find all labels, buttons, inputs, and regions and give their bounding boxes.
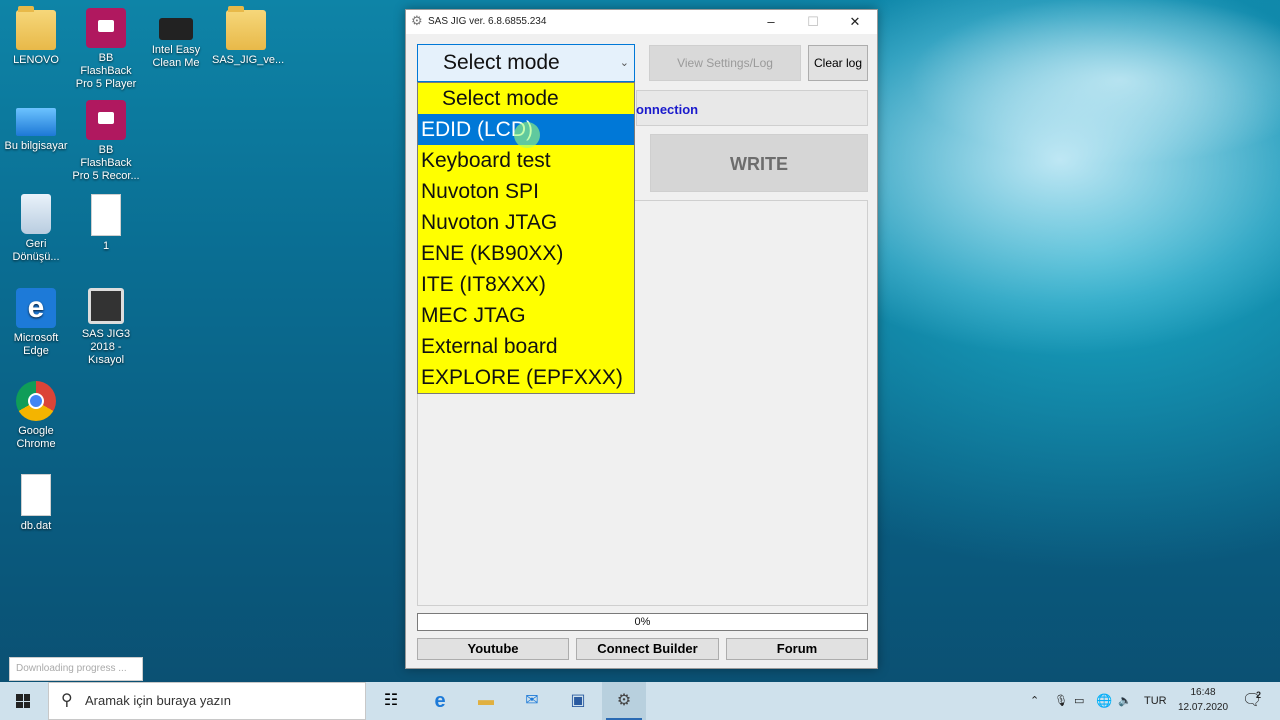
desktop-icon-sas-jig[interactable]: SAS JIG3 2018 - Kısayol: [72, 288, 140, 367]
sas-jig-icon: [88, 288, 124, 324]
desktop-icon-recycle-bin[interactable]: Geri Dönüşü...: [2, 194, 70, 264]
desktop-icon-bb-recorder[interactable]: BB FlashBack Pro 5 Recor...: [72, 100, 140, 183]
dropdown-option-ite[interactable]: ITE (IT8XXX): [418, 269, 634, 300]
connection-status: onnection: [636, 102, 699, 117]
windows-logo-icon: [16, 694, 30, 708]
desktop-icon-label: SAS JIG3 2018 - Kısayol: [81, 328, 131, 366]
desktop-icon-lenovo[interactable]: LENOVO: [2, 6, 70, 67]
download-toast: Downloading progress ...: [9, 657, 143, 681]
dropdown-option-nuvoton-spi[interactable]: Nuvoton SPI: [418, 176, 634, 207]
dropdown-option-external-board[interactable]: External board: [418, 331, 634, 362]
progress-bar: 0%: [417, 613, 868, 631]
close-button[interactable]: ✕: [835, 10, 875, 34]
youtube-button[interactable]: Youtube: [417, 638, 569, 660]
mail-icon[interactable]: ✉: [519, 688, 545, 714]
dropdown-option-keyboard-test[interactable]: Keyboard test: [418, 145, 634, 176]
chrome-icon: [16, 381, 56, 421]
task-view-icon[interactable]: ☷: [378, 688, 404, 714]
language-indicator[interactable]: TUR: [1144, 682, 1167, 720]
desktop-icon-db-dat[interactable]: db.dat: [2, 474, 70, 533]
volume-icon[interactable]: 🔈: [1118, 682, 1132, 720]
connect-builder-button[interactable]: Connect Builder: [576, 638, 719, 660]
dropdown-option-explore[interactable]: EXPLORE (EPFXXX): [418, 362, 634, 393]
desktop-icon-file-1[interactable]: 1: [72, 194, 140, 253]
dropdown-option-mec-jtag[interactable]: MEC JTAG: [418, 300, 634, 331]
battery-icon[interactable]: ▭: [1074, 682, 1084, 720]
progress-text: 0%: [634, 616, 651, 628]
write-button[interactable]: WRITE: [650, 134, 868, 192]
dropdown-option-ene[interactable]: ENE (KB90XX): [418, 238, 634, 269]
video-recorder-icon: [86, 100, 126, 140]
desktop-icon-label: Geri Dönüşü...: [12, 238, 60, 263]
desktop-icon-label: LENOVO: [13, 54, 59, 66]
desktop-icon-label: SAS_JIG_ve...: [212, 54, 285, 66]
file-explorer-icon[interactable]: ▬: [473, 688, 499, 714]
start-button[interactable]: [0, 682, 46, 720]
desktop-icon-edge[interactable]: e Microsoft Edge: [2, 288, 70, 358]
maximize-button[interactable]: ☐: [793, 10, 833, 34]
mode-select-value: Select mode: [443, 51, 560, 74]
edge-icon: e: [16, 288, 56, 328]
desktop-icon-label: db.dat: [20, 520, 52, 532]
computer-icon: [16, 108, 56, 136]
sas-jig-taskbar-icon: ⚙: [616, 692, 632, 709]
network-icon[interactable]: 🌐: [1096, 682, 1112, 720]
chevron-down-icon[interactable]: ⌄: [620, 45, 629, 81]
search-icon: ⚲: [61, 692, 73, 709]
clock[interactable]: 16:48 12.07.2020: [1172, 685, 1234, 715]
desktop-icon-label: Microsoft Edge: [13, 332, 59, 357]
app-gear-icon: ⚙: [411, 13, 423, 28]
dropdown-option-select-mode[interactable]: Select mode: [418, 83, 634, 114]
desktop-icon-label: BB FlashBack Pro 5 Player: [75, 52, 137, 90]
mouse-cursor-highlight: [514, 122, 540, 148]
mode-dropdown-list: Select mode EDID (LCD) Keyboard test Nuv…: [417, 82, 635, 394]
search-placeholder: Aramak için buraya yazın: [85, 693, 231, 708]
mode-select[interactable]: Select mode ⌄: [417, 44, 635, 82]
app-taskbar-icon[interactable]: ▣: [565, 688, 591, 714]
clock-time: 16:48: [1190, 687, 1216, 698]
sas-jig-taskbar-button[interactable]: ⚙: [602, 682, 646, 720]
chip-icon: [159, 18, 193, 40]
video-player-icon: [86, 8, 126, 48]
clear-log-button[interactable]: Clear log: [808, 45, 868, 81]
desktop-icon-label: 1: [102, 240, 110, 252]
sas-jig-window: ⚙ SAS JIG ver. 6.8.6855.234 – ☐ ✕ onnect…: [405, 9, 878, 669]
taskbar: ⚲ Aramak için buraya yazın ☷ e ▬ ✉ ▣ ⚙ ⌃…: [0, 682, 1280, 720]
desktop-icon-bb-player[interactable]: BB FlashBack Pro 5 Player: [72, 8, 140, 91]
recycle-bin-icon: [21, 194, 51, 234]
notification-count: 2: [1256, 690, 1262, 700]
edge-taskbar-icon[interactable]: e: [427, 688, 453, 714]
view-settings-log-button[interactable]: View Settings/Log: [649, 45, 801, 81]
clock-date: 12.07.2020: [1177, 702, 1229, 713]
file-icon: [91, 194, 121, 236]
title-bar[interactable]: ⚙ SAS JIG ver. 6.8.6855.234 – ☐ ✕: [406, 10, 877, 34]
desktop-icon-label: BB FlashBack Pro 5 Recor...: [72, 144, 140, 182]
window-title: SAS JIG ver. 6.8.6855.234: [428, 16, 547, 27]
file-icon: [21, 474, 51, 516]
desktop-icon-label: Bu bilgisayar: [4, 140, 68, 152]
desktop-icon-label: Google Chrome: [16, 425, 56, 450]
desktop-icon-intel-easy[interactable]: Intel Easy Clean Me: [142, 8, 210, 70]
microphone-icon[interactable]: 🎙: [1054, 682, 1068, 720]
taskbar-search[interactable]: ⚲ Aramak için buraya yazın: [48, 682, 366, 720]
folder-user-icon: [16, 6, 56, 50]
dropdown-option-nuvoton-jtag[interactable]: Nuvoton JTAG: [418, 207, 634, 238]
desktop-icon-label: Intel Easy Clean Me: [151, 44, 201, 69]
desktop-icon-this-pc[interactable]: Bu bilgisayar: [2, 100, 70, 153]
minimize-button[interactable]: –: [751, 10, 791, 34]
forum-button[interactable]: Forum: [726, 638, 868, 660]
folder-icon: [226, 6, 266, 50]
desktop-icon-sas-folder[interactable]: SAS_JIG_ve...: [212, 6, 285, 67]
show-hidden-icons-icon[interactable]: ⌃: [1030, 682, 1039, 720]
desktop-icon-chrome[interactable]: Google Chrome: [2, 381, 70, 451]
